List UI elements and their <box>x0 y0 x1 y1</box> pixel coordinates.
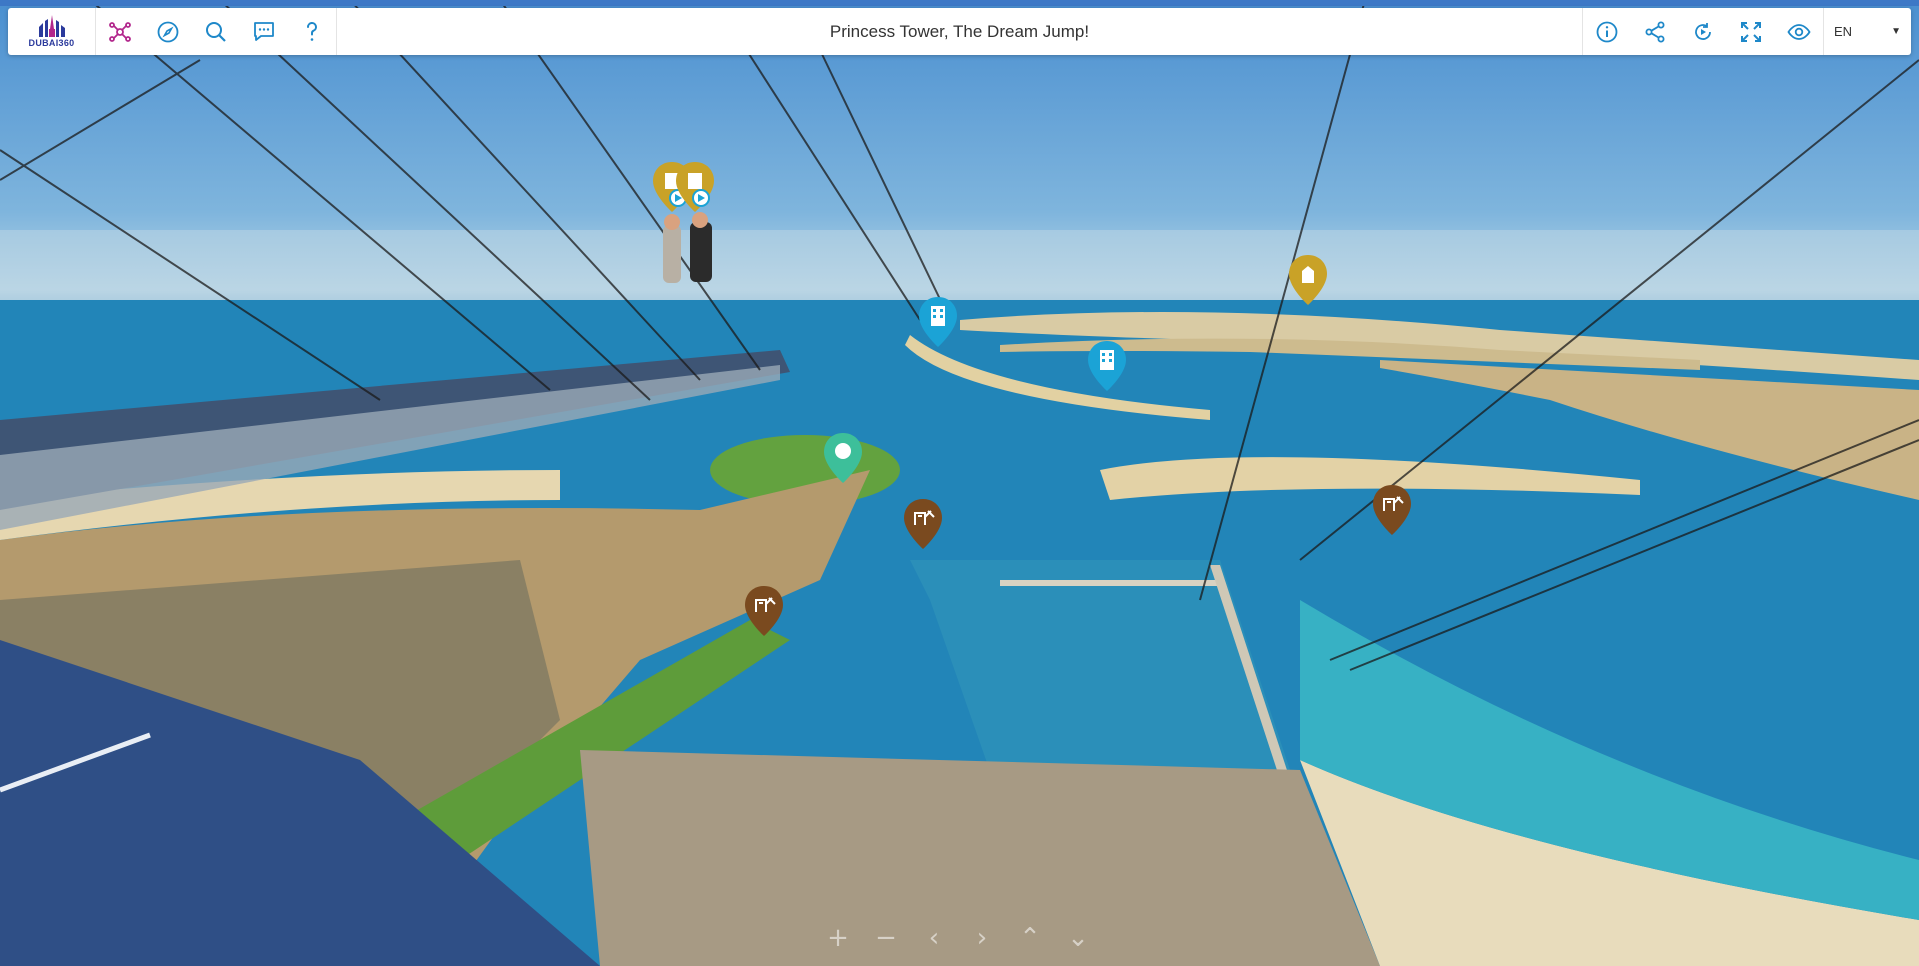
pan-right-button[interactable]: › <box>964 923 1000 953</box>
fullscreen-icon <box>1741 21 1761 42</box>
dubai360-logo[interactable]: DUBAI360 <box>8 8 96 55</box>
chevron-down-icon: ▼ <box>1891 26 1901 37</box>
compass-button[interactable] <box>144 8 192 55</box>
compass-icon <box>157 21 179 42</box>
pan-down-button[interactable]: ⌄ <box>1060 923 1096 953</box>
hotspot-transport-pin[interactable] <box>743 584 785 638</box>
hotspot-hotel-pin[interactable] <box>1086 339 1128 393</box>
hotspot-transport-pin[interactable] <box>1371 483 1413 537</box>
network-icon <box>109 21 131 42</box>
hotspot-transport-pin[interactable] <box>902 497 944 551</box>
view-navigation-controls: + − ‹ › ⌃ ⌄ <box>820 923 1096 953</box>
view-button[interactable] <box>1775 8 1823 55</box>
search-button[interactable] <box>192 8 240 55</box>
info-button[interactable] <box>1583 8 1631 55</box>
main-toolbar: DUBAI360 Princess Tower, The Dream Jump! <box>8 8 1911 55</box>
zoom-out-button[interactable]: − <box>868 923 904 953</box>
search-icon <box>206 21 226 42</box>
autorotate-button[interactable] <box>1679 8 1727 55</box>
top-accent-bar <box>0 0 1919 6</box>
fullscreen-button[interactable] <box>1727 8 1775 55</box>
pan-left-button[interactable]: ‹ <box>916 923 952 953</box>
share-icon <box>1645 21 1665 42</box>
skyline-logo-icon <box>38 15 65 37</box>
hotspot-golf-pin[interactable] <box>822 431 864 485</box>
panorama-viewer[interactable]: + − ‹ › ⌃ ⌄ <box>0 0 1919 966</box>
rotate-icon <box>1695 22 1711 40</box>
zoom-in-button[interactable]: + <box>820 923 856 953</box>
tour-map-button[interactable] <box>96 8 144 55</box>
language-value: EN <box>1834 24 1853 39</box>
panorama-image <box>0 0 1919 966</box>
comments-button[interactable] <box>240 8 288 55</box>
page-title: Princess Tower, The Dream Jump! <box>336 8 1583 55</box>
hotspot-building-pin[interactable] <box>674 160 716 214</box>
help-button[interactable] <box>288 8 336 55</box>
share-button[interactable] <box>1631 8 1679 55</box>
pan-up-button[interactable]: ⌃ <box>1012 923 1048 953</box>
eye-icon <box>1787 23 1811 40</box>
info-icon <box>1596 21 1618 42</box>
chat-icon <box>254 21 274 41</box>
hotspot-building-pin[interactable] <box>1287 253 1329 307</box>
language-select[interactable]: EN ▼ <box>1823 8 1911 55</box>
hotspot-hotel-pin[interactable] <box>917 295 959 349</box>
logo-text: DUBAI360 <box>28 38 75 48</box>
question-icon <box>307 21 317 41</box>
